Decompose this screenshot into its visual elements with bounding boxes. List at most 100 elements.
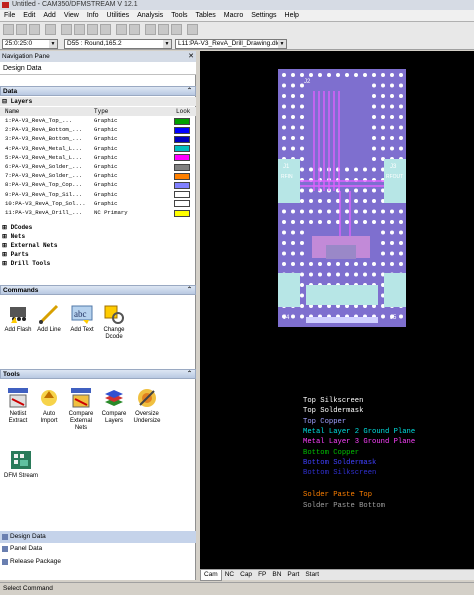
- zoom-in-icon[interactable]: [61, 24, 72, 35]
- auto-import-button[interactable]: Auto Import: [34, 387, 64, 425]
- via-hole: [399, 146, 403, 151]
- add-flash-button[interactable]: Add Flash: [2, 303, 34, 334]
- via-hole: [291, 115, 295, 119]
- menu-settings[interactable]: Settings: [247, 10, 280, 22]
- add-line-button[interactable]: Add Line: [34, 303, 64, 334]
- via-hole: [300, 167, 304, 172]
- zoom-window-icon[interactable]: [87, 24, 98, 35]
- layer-color-swatch[interactable]: [174, 154, 190, 162]
- undo-icon[interactable]: [116, 24, 127, 35]
- via-hole: [399, 314, 403, 319]
- tab-part[interactable]: Part: [284, 570, 302, 580]
- layer-row[interactable]: 9:PA-V3_RevA_Top_Sil... Graphic: [0, 191, 196, 199]
- nav-link-release-package[interactable]: Release Package: [0, 556, 196, 568]
- layer-name: 7:PA-V3_RevA_Solder_...: [5, 172, 83, 180]
- menu-info[interactable]: Info: [83, 10, 103, 22]
- layer-row[interactable]: 11:PA-V3_RevA_Drill_... NC Primary: [0, 209, 196, 217]
- menu-tables[interactable]: Tables: [192, 10, 220, 22]
- layer-row[interactable]: 10:PA-V3_RevA_Top_Sol... Graphic: [0, 200, 196, 208]
- via-hole: [381, 94, 385, 98]
- tree-dcodes[interactable]: ⊞ DCodes: [0, 223, 196, 232]
- commands-section-header[interactable]: Commands ⌃: [0, 285, 196, 295]
- col-name: Name: [5, 108, 20, 115]
- tree-layers[interactable]: ⊟ Layers: [0, 97, 196, 106]
- via-hole: [309, 272, 313, 277]
- via-hole: [282, 73, 286, 77]
- tree-dcodes-label: DCodes: [10, 224, 33, 231]
- layer-combo[interactable]: L11:PA-V3_RevA_Drill_Drawing.dld ▼: [175, 39, 287, 49]
- oversize-undersize-button[interactable]: Oversize Undersize: [130, 387, 164, 425]
- layer-color-swatch[interactable]: [174, 135, 190, 143]
- tab-bn[interactable]: BN: [269, 570, 284, 580]
- measure-icon[interactable]: [158, 24, 169, 35]
- tab-cap[interactable]: Cap: [237, 570, 255, 580]
- compare-external-nets-button[interactable]: Compare External Nets: [64, 387, 98, 432]
- drawing-canvas[interactable]: J1 J3 RFIN RFOUT J4 J5 J2 Top Silkscreen…: [200, 51, 474, 569]
- tree-parts[interactable]: ⊞ Parts: [0, 250, 196, 259]
- layer-color-swatch[interactable]: [174, 172, 190, 180]
- tab-nc[interactable]: NC: [222, 570, 237, 580]
- redo-icon[interactable]: [129, 24, 140, 35]
- layer-row[interactable]: 1:PA-V3_RevA_Top_... Graphic: [0, 117, 196, 125]
- layer-color-swatch[interactable]: [174, 126, 190, 134]
- tree-external-nets[interactable]: ⊞ External Nets: [0, 241, 196, 250]
- layer-color-swatch[interactable]: [174, 209, 190, 217]
- layer-row[interactable]: 4:PA-V3_RevA_Metal_L... Graphic: [0, 145, 196, 153]
- close-icon[interactable]: ✕: [188, 51, 194, 62]
- via-hole: [381, 251, 385, 256]
- compare-external-nets-label: Compare External Nets: [68, 411, 94, 431]
- menu-tools[interactable]: Tools: [167, 10, 191, 22]
- layer-row[interactable]: 8:PA-V3_RevA_Top_Cop... Graphic: [0, 181, 196, 189]
- dcode-combo[interactable]: D55 : Round,165.2 ▼: [64, 39, 172, 49]
- layer-color-swatch[interactable]: [174, 200, 190, 208]
- tab-fp[interactable]: FP: [255, 570, 269, 580]
- layer-row[interactable]: 2:PA-V3_RevA_Bottom_... Graphic: [0, 126, 196, 134]
- via-hole: [381, 125, 385, 130]
- query-icon[interactable]: [171, 24, 182, 35]
- print-icon[interactable]: [45, 24, 56, 35]
- layer-row[interactable]: 6:PA-V3_RevA_Solder_... Graphic: [0, 163, 196, 171]
- netlist-extract-button[interactable]: Netlist Extract: [2, 387, 34, 425]
- tree-drill-tools[interactable]: ⊞ Drill Tools: [0, 259, 196, 268]
- menu-file[interactable]: File: [0, 10, 19, 22]
- menu-utilities[interactable]: Utilities: [103, 10, 134, 22]
- layer-row[interactable]: 3:PA-V3_RevA_Bottom_... Graphic: [0, 135, 196, 143]
- menu-edit[interactable]: Edit: [19, 10, 39, 22]
- open-icon[interactable]: [16, 24, 27, 35]
- menu-macro[interactable]: Macro: [220, 10, 247, 22]
- layer-color-swatch[interactable]: [174, 163, 190, 171]
- layer-color-swatch[interactable]: [174, 145, 190, 153]
- menu-help[interactable]: Help: [281, 10, 303, 22]
- tree-nets[interactable]: ⊞ Nets: [0, 232, 196, 241]
- nav-link-panel-data[interactable]: Panel Data: [0, 543, 196, 555]
- layers-icon[interactable]: [187, 24, 198, 35]
- via-hole: [291, 83, 295, 88]
- layer-row[interactable]: 7:PA-V3_RevA_Solder_... Graphic: [0, 172, 196, 180]
- via-hole: [399, 83, 403, 88]
- dfm-stream-button[interactable]: DFM Stream: [2, 449, 40, 480]
- tab-cam[interactable]: Cam: [200, 570, 222, 581]
- menu-view[interactable]: View: [60, 10, 83, 22]
- zoom-combo[interactable]: 25:0:25:0 ▼: [2, 39, 58, 49]
- layer-type: Graphic: [94, 117, 118, 124]
- select-icon[interactable]: [145, 24, 156, 35]
- via-hole: [291, 146, 295, 151]
- layer-color-swatch[interactable]: [174, 191, 190, 199]
- nav-link-design-data[interactable]: Design Data: [0, 531, 196, 543]
- data-section-header[interactable]: Data ⌃: [0, 86, 196, 96]
- layer-row[interactable]: 5:PA-V3_RevA_Metal_L... Graphic: [0, 154, 196, 162]
- menu-analysis[interactable]: Analysis: [133, 10, 167, 22]
- compare-layers-button[interactable]: Compare Layers: [98, 387, 130, 425]
- zoom-out-icon[interactable]: [74, 24, 85, 35]
- new-icon[interactable]: [3, 24, 14, 35]
- layer-color-swatch[interactable]: [174, 117, 190, 125]
- layer-color-swatch[interactable]: [174, 181, 190, 189]
- tools-section-header[interactable]: Tools ⌃: [0, 369, 196, 379]
- redraw-icon[interactable]: [100, 24, 111, 35]
- tab-start[interactable]: Start: [302, 570, 322, 580]
- save-icon[interactable]: [29, 24, 40, 35]
- menu-add[interactable]: Add: [39, 10, 59, 22]
- change-dcode-button[interactable]: Change Dcode: [98, 303, 130, 341]
- toolbar: 25:0:25:0 ▼ D55 : Round,165.2 ▼ L11:PA-V3_…: [0, 22, 474, 50]
- add-text-button[interactable]: abc Add Text: [66, 303, 98, 334]
